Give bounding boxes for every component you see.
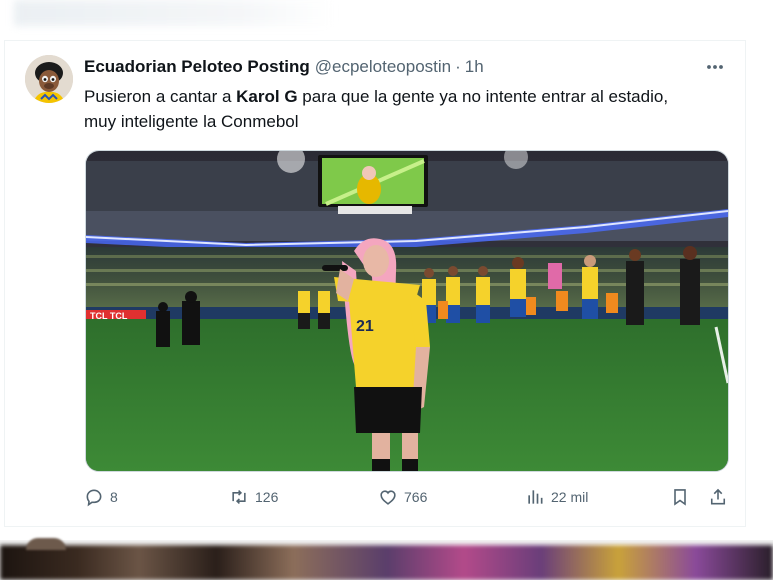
previous-content-blur bbox=[14, 0, 334, 26]
bookmark-button[interactable] bbox=[670, 484, 690, 510]
reply-icon bbox=[86, 489, 102, 507]
display-name[interactable]: Ecuadorian Peloteo Posting bbox=[84, 57, 310, 77]
heart-icon bbox=[380, 490, 396, 505]
retweet-icon bbox=[232, 490, 246, 504]
stadium-photo: TCL TCL 21 bbox=[86, 151, 728, 471]
tweet-header: Ecuadorian Peloteo Posting @ecpeloteopos… bbox=[84, 57, 484, 79]
views-count: 22 mil bbox=[551, 489, 589, 505]
share-button[interactable] bbox=[708, 484, 728, 510]
tweet-media-image[interactable]: TCL TCL 21 bbox=[85, 150, 729, 472]
retweet-button[interactable]: 126 bbox=[229, 484, 278, 510]
like-count: 766 bbox=[404, 489, 428, 505]
tweet-card[interactable]: Ecuadorian Peloteo Posting @ecpeloteopos… bbox=[4, 40, 746, 527]
share-icon bbox=[710, 488, 726, 505]
timestamp[interactable]: 1h bbox=[465, 57, 484, 77]
retweet-count: 126 bbox=[255, 489, 279, 505]
more-options-button[interactable] bbox=[703, 55, 727, 79]
reply-button[interactable]: 8 bbox=[84, 484, 118, 510]
more-horizontal-icon bbox=[707, 65, 723, 69]
reply-count: 8 bbox=[110, 489, 118, 505]
next-tweet-media-preview bbox=[0, 545, 773, 580]
header-separator: · bbox=[455, 57, 461, 76]
jersey-number: 21 bbox=[356, 318, 374, 335]
views-button[interactable]: 22 mil bbox=[525, 484, 588, 510]
analytics-icon bbox=[528, 490, 543, 504]
tweet-text-part: Pusieron a cantar a bbox=[84, 87, 237, 106]
avatar[interactable] bbox=[25, 55, 73, 103]
bookmark-icon bbox=[674, 489, 686, 506]
user-handle[interactable]: @ecpeloteopostin bbox=[315, 57, 451, 77]
tweet-actions-bar: 8 126 766 22 mil bbox=[84, 484, 730, 510]
like-button[interactable]: 766 bbox=[378, 484, 427, 510]
next-tweet-avatar[interactable] bbox=[26, 538, 66, 550]
avatar-image bbox=[25, 55, 73, 103]
tweet-text-mention: Karol G bbox=[236, 87, 298, 106]
tweet-text: Pusieron a cantar a Karol G para que la … bbox=[84, 84, 704, 134]
